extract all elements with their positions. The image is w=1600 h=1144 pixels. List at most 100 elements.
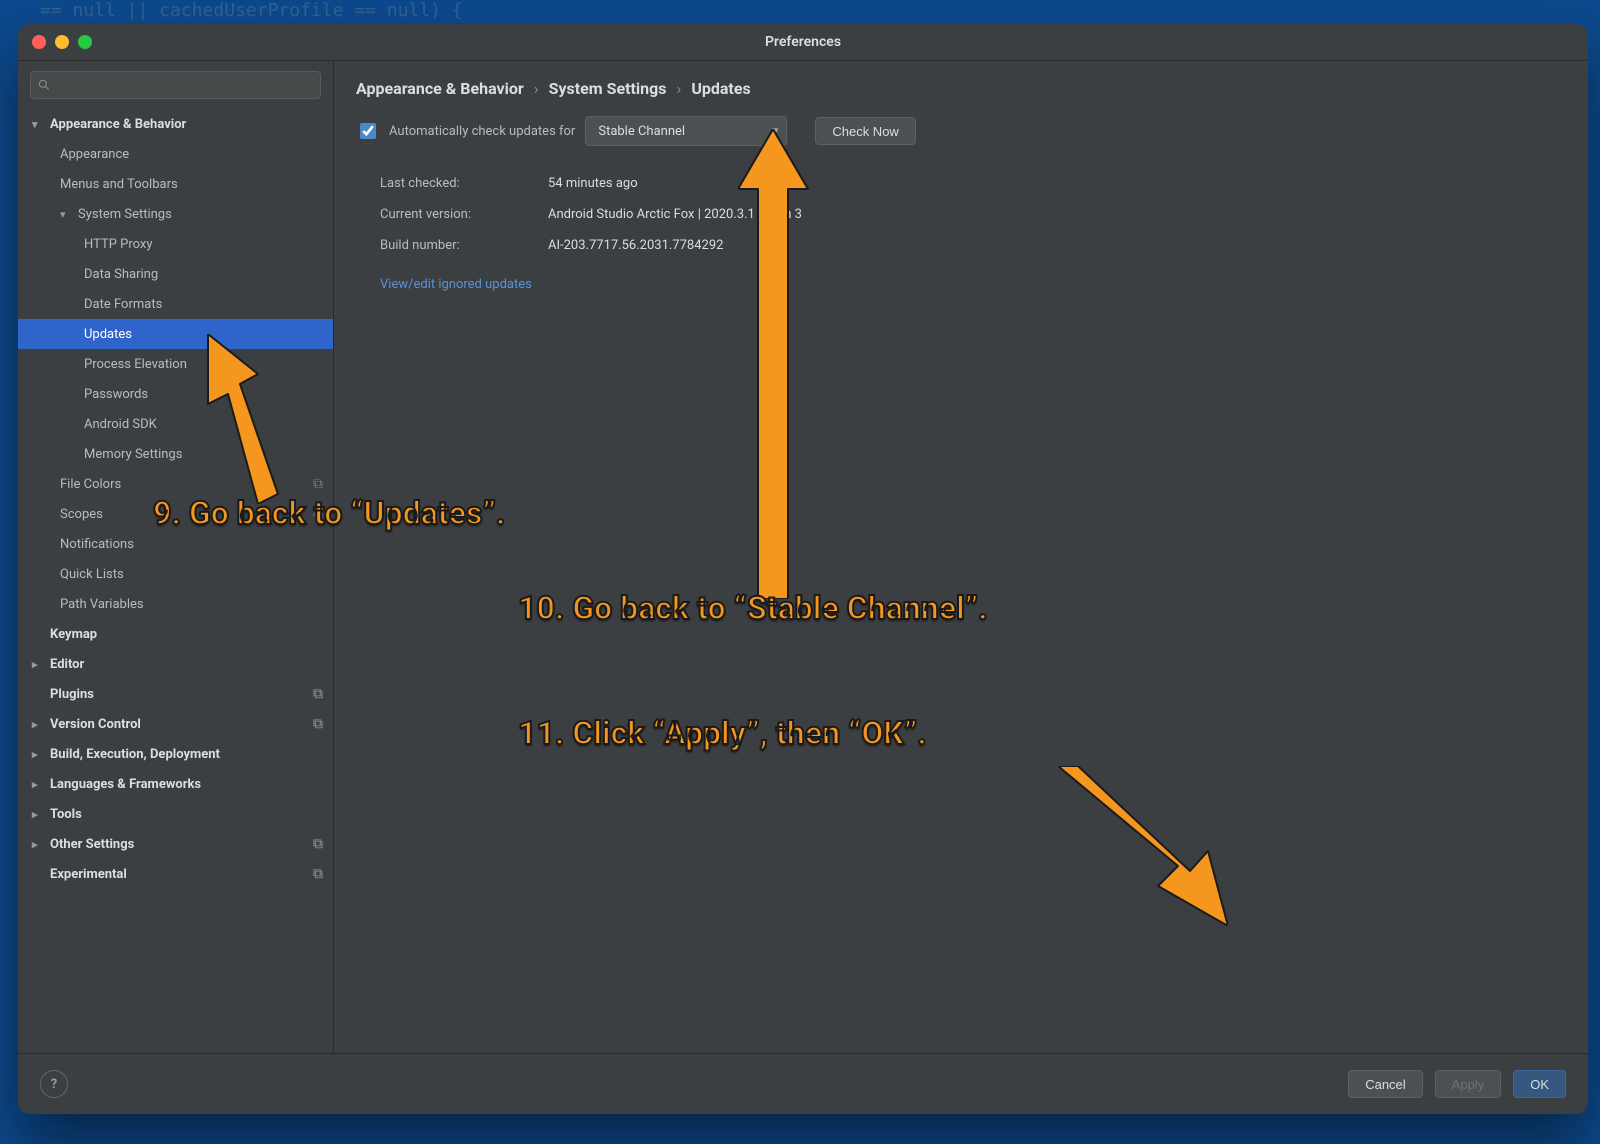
- dialog-footer: ? Cancel Apply OK: [18, 1053, 1588, 1114]
- breadcrumb-segment: Updates: [691, 79, 750, 98]
- sidebar-item-experimental[interactable]: Experimental ⧉: [18, 859, 333, 889]
- sidebar-item-data-sharing[interactable]: Data Sharing: [18, 259, 333, 289]
- sidebar-item-label: HTTP Proxy: [84, 237, 153, 252]
- current-version-label: Current version:: [380, 207, 520, 222]
- sidebar-item-version-control[interactable]: ▸ Version Control ⧉: [18, 709, 333, 739]
- sidebar-item-quick-lists[interactable]: Quick Lists: [18, 559, 333, 589]
- chevron-right-icon: ▸: [32, 748, 46, 761]
- apply-button[interactable]: Apply: [1435, 1070, 1502, 1098]
- sidebar-item-label: Build, Execution, Deployment: [50, 747, 220, 762]
- sidebar-item-label: Date Formats: [84, 297, 162, 312]
- background-code-strip: == null || cachedUserProfile == null) {: [0, 0, 1600, 24]
- chevron-right-icon: ▸: [32, 718, 46, 731]
- sidebar-item-label: Quick Lists: [60, 567, 124, 582]
- sidebar-item-label: Other Settings: [50, 837, 134, 852]
- current-version-value: Android Studio Arctic Fox | 2020.3.1 Pat…: [548, 207, 802, 222]
- sidebar-item-label: Notifications: [60, 537, 134, 552]
- preferences-dialog: Preferences ▾Appearance & BehaviorAppear…: [18, 24, 1588, 1114]
- chevron-right-icon: ▸: [32, 658, 46, 671]
- chevron-right-icon: ▸: [32, 808, 46, 821]
- sidebar-item-label: Tools: [50, 807, 82, 822]
- chevron-right-icon: ▸: [32, 838, 46, 851]
- sidebar-item-languages-frameworks[interactable]: ▸ Languages & Frameworks: [18, 769, 333, 799]
- update-channel-value: Stable Channel: [598, 124, 685, 139]
- content-panel: Appearance & Behavior › System Settings …: [334, 61, 1588, 1053]
- sidebar-item-process-elevation[interactable]: Process Elevation: [18, 349, 333, 379]
- breadcrumb-segment: Appearance & Behavior: [356, 79, 524, 98]
- sidebar-item-other-settings[interactable]: ▸ Other Settings ⧉: [18, 829, 333, 859]
- chevron-right-icon: ▸: [32, 778, 46, 791]
- auto-check-updates-label: Automatically check updates for: [389, 124, 575, 139]
- sidebar-item-passwords[interactable]: Passwords: [18, 379, 333, 409]
- annotation-text-11: 11. Click “Apply”, then “OK”.: [518, 714, 927, 752]
- sidebar-item-label: Keymap: [50, 627, 97, 642]
- sidebar-item-label: Data Sharing: [84, 267, 158, 282]
- project-scheme-icon: ⧉: [313, 716, 323, 732]
- annotation-text-10: 10. Go back to “Stable Channel”.: [518, 589, 988, 627]
- sidebar-item-label: File Colors: [60, 477, 121, 492]
- sidebar-item-date-formats[interactable]: Date Formats: [18, 289, 333, 319]
- sidebar-item-tools[interactable]: ▸ Tools: [18, 799, 333, 829]
- sidebar-item-keymap[interactable]: Keymap: [18, 619, 333, 649]
- project-scheme-icon: ⧉: [313, 866, 323, 882]
- sidebar-item-path-variables[interactable]: Path Variables: [18, 589, 333, 619]
- breadcrumb-separator-icon: ›: [534, 79, 539, 98]
- ignored-updates-link[interactable]: View/edit ignored updates: [380, 277, 532, 292]
- sidebar-item-label: Passwords: [84, 387, 148, 402]
- build-number-value: AI-203.7717.56.2031.7784292: [548, 238, 723, 253]
- chevron-down-icon: ▾: [32, 118, 46, 131]
- sidebar-item-appearance[interactable]: Appearance: [18, 139, 333, 169]
- sidebar-item-plugins[interactable]: Plugins ⧉: [18, 679, 333, 709]
- cancel-button[interactable]: Cancel: [1348, 1070, 1422, 1098]
- breadcrumb-separator-icon: ›: [677, 79, 682, 98]
- window-controls: [32, 35, 92, 49]
- sidebar-item-updates[interactable]: Updates: [18, 319, 333, 349]
- settings-tree[interactable]: ▾ Appearance & Behavior Appearance Menus an…: [18, 109, 333, 1053]
- close-window-button[interactable]: [32, 35, 46, 49]
- search-input[interactable]: [30, 71, 321, 99]
- maximize-window-button[interactable]: [78, 35, 92, 49]
- sidebar-item-system-settings[interactable]: ▾ System Settings: [18, 199, 333, 229]
- sidebar-item-notifications[interactable]: Notifications: [18, 529, 333, 559]
- project-scheme-icon: ⧉: [313, 476, 323, 492]
- project-scheme-icon: ⧉: [313, 836, 323, 852]
- sidebar-item-memory-settings[interactable]: Memory Settings: [18, 439, 333, 469]
- sidebar-item-menus-and-toolbars[interactable]: Menus and Toolbars: [18, 169, 333, 199]
- chevron-down-icon: ▾: [60, 208, 74, 221]
- sidebar-item-editor[interactable]: ▸ Editor: [18, 649, 333, 679]
- minimize-window-button[interactable]: [55, 35, 69, 49]
- last-checked-value: 54 minutes ago: [548, 176, 638, 191]
- sidebar-item-label: Experimental: [50, 867, 127, 882]
- sidebar-item-android-sdk[interactable]: Android SDK: [18, 409, 333, 439]
- project-scheme-icon: ⧉: [313, 686, 323, 702]
- sidebar-item-label: Languages & Frameworks: [50, 777, 201, 792]
- auto-check-updates-checkbox[interactable]: [360, 123, 376, 139]
- build-number-label: Build number:: [380, 238, 520, 253]
- sidebar-item-label: Path Variables: [60, 597, 144, 612]
- breadcrumb-segment: System Settings: [549, 79, 667, 98]
- sidebar-item-http-proxy[interactable]: HTTP Proxy: [18, 229, 333, 259]
- sidebar-item-build-execution-deployment[interactable]: ▸ Build, Execution, Deployment: [18, 739, 333, 769]
- update-channel-select[interactable]: Stable Channel ▾: [585, 116, 787, 146]
- ok-button[interactable]: OK: [1513, 1070, 1566, 1098]
- sidebar-item-label: Updates: [84, 327, 132, 342]
- sidebar-item-label: System Settings: [78, 207, 172, 222]
- sidebar-item-label: Process Elevation: [84, 357, 187, 372]
- window-title: Preferences: [18, 34, 1588, 50]
- sidebar-item-label: Editor: [50, 657, 84, 672]
- check-now-button[interactable]: Check Now: [815, 117, 915, 145]
- breadcrumb: Appearance & Behavior › System Settings …: [334, 61, 1588, 106]
- sidebar-item-appearance-behavior[interactable]: ▾ Appearance & Behavior: [18, 109, 333, 139]
- sidebar-item-label: Memory Settings: [84, 447, 182, 462]
- annotation-text-9: 9. Go back to “Updates”.: [153, 494, 505, 532]
- help-button[interactable]: ?: [40, 1070, 68, 1098]
- sidebar-item-label: Version Control: [50, 717, 141, 732]
- sidebar-item-label: Plugins: [50, 687, 94, 702]
- titlebar: Preferences: [18, 24, 1588, 61]
- sidebar-item-label: Appearance: [60, 147, 129, 162]
- sidebar: ▾ Appearance & Behavior Appearance Menus an…: [18, 61, 334, 1053]
- sidebar-item-label: Appearance & Behavior: [50, 117, 186, 132]
- last-checked-label: Last checked:: [380, 176, 520, 191]
- sidebar-item-label: Scopes: [60, 507, 103, 522]
- sidebar-item-label: Menus and Toolbars: [60, 177, 178, 192]
